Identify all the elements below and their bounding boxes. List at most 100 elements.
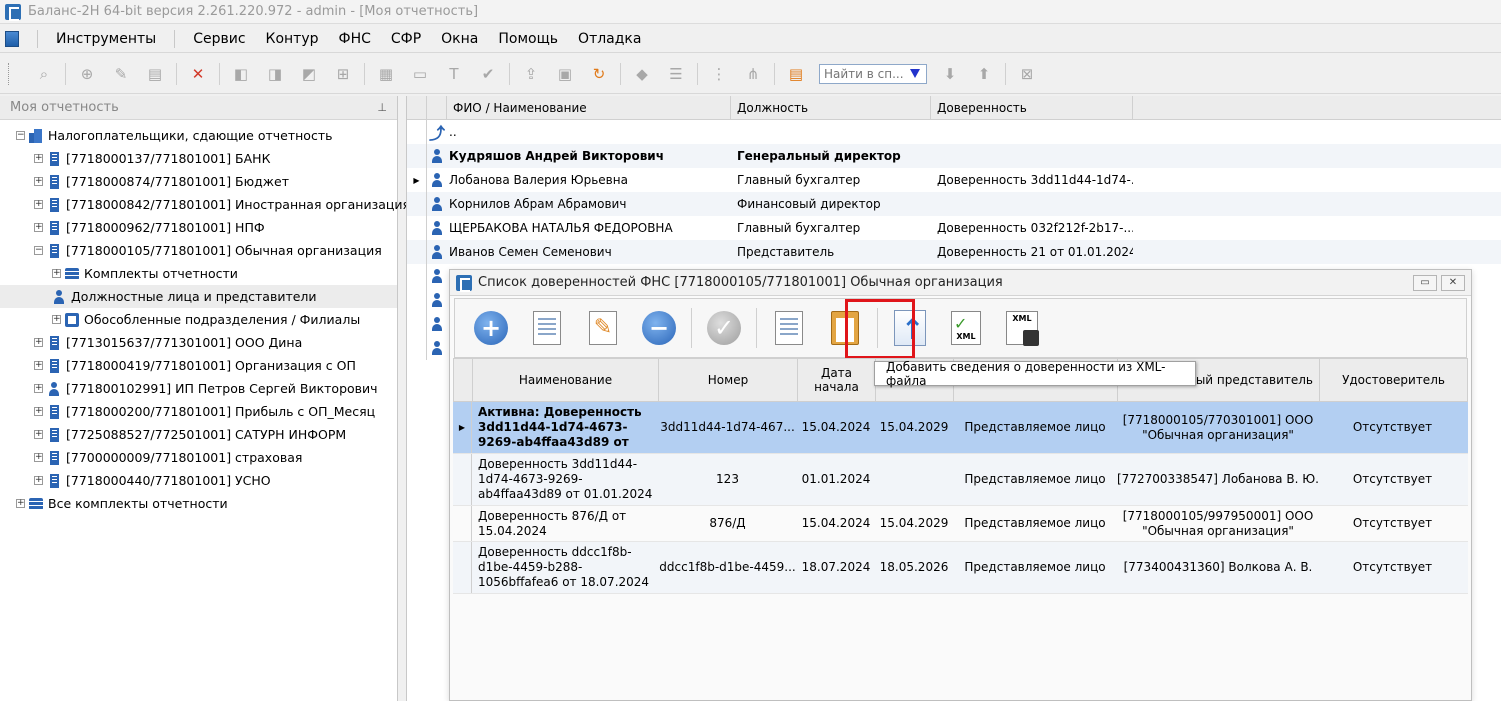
col-poa[interactable]: Доверенность [931, 96, 1133, 119]
tree-item[interactable]: + [7718000200/771801001] Прибыль с ОП_Мес… [0, 400, 397, 423]
row-indicator[interactable] [453, 542, 472, 593]
printer-icon[interactable]: ▤ [784, 62, 808, 86]
close-button[interactable]: ✕ [1441, 274, 1465, 291]
expand-icon[interactable]: + [34, 154, 43, 163]
menu-kontur[interactable]: Контур [256, 31, 329, 47]
row-indicator[interactable] [407, 216, 427, 240]
print-icon[interactable]: ▤ [143, 62, 167, 86]
table-row[interactable]: ▶ Лобанова Валерия Юрьевна Главный бухгалт… [407, 168, 1501, 192]
expand-icon[interactable]: + [34, 430, 43, 439]
edit-icon[interactable]: ✎ [109, 62, 133, 86]
archive-icon[interactable]: ▣ [553, 62, 577, 86]
arrow-down-icon[interactable]: ⬇ [938, 62, 962, 86]
row-indicator[interactable] [407, 312, 427, 336]
keyboard-icon[interactable]: ▭ [408, 62, 432, 86]
row-indicator[interactable] [453, 506, 472, 541]
col-poa-certifier[interactable]: Удостоверитель [1320, 359, 1467, 401]
expand-icon[interactable]: + [34, 177, 43, 186]
binoculars-icon[interactable]: ⌕ [32, 62, 56, 86]
tree-item[interactable]: + [7725088527/772501001] САТУРН ИНФОРМ [0, 423, 397, 446]
poa-row[interactable]: ▶ Активна: Доверенность 3dd11d44-1d74-467… [453, 402, 1468, 454]
col-poa-start[interactable]: Дата начала [798, 359, 876, 401]
table-row[interactable]: Корнилов Абрам Абрамович Финансовый дирек… [407, 192, 1501, 216]
tree-item[interactable]: − [7718000105/771801001] Обычная организа… [0, 239, 397, 262]
view-poa-button[interactable] [769, 308, 809, 348]
validate-xml-button[interactable]: ✓ XML [946, 308, 986, 348]
tree-item[interactable]: + [7713015637/771301001] ООО Дина [0, 331, 397, 354]
menu-windows[interactable]: Окна [431, 31, 488, 47]
verify-poa-button[interactable]: ✓ [704, 308, 744, 348]
row-indicator[interactable] [407, 120, 427, 144]
tree-item[interactable]: + Комплекты отчетности [0, 262, 397, 285]
arrow-up-icon[interactable]: ⬆ [972, 62, 996, 86]
close-panel-icon[interactable]: ⊠ [1015, 62, 1039, 86]
tree-item[interactable]: + [7718000874/771801001] Бюджет [0, 170, 397, 193]
tree-item[interactable]: Должностные лица и представители [0, 285, 397, 308]
col-poa-number[interactable]: Номер [659, 359, 798, 401]
expand-icon[interactable]: + [34, 223, 43, 232]
calculator-icon[interactable]: ▦ [374, 62, 398, 86]
tree-item[interactable]: + [7718000962/771801001] НПФ [0, 216, 397, 239]
tree-item[interactable]: + [7718000419/771801001] Организация с ОП [0, 354, 397, 377]
tree-item[interactable]: − Налогоплательщики, сдающие отчетность [0, 124, 397, 147]
text-icon[interactable]: T [442, 62, 466, 86]
tree-item[interactable]: + Обособленные подразделения / Филиалы [0, 308, 397, 331]
row-indicator[interactable] [407, 144, 427, 168]
send-icon[interactable]: ⇪ [519, 62, 543, 86]
poa-row[interactable]: Доверенность 876/Д от 15.04.2024 876/Д 15.… [453, 506, 1468, 542]
expand-icon[interactable]: + [16, 499, 25, 508]
row-indicator[interactable] [407, 336, 427, 360]
add-poa-button[interactable]: + [471, 308, 511, 348]
menu-service[interactable]: Сервис [183, 31, 255, 47]
tree-item[interactable]: + [7718000842/771801001] Иностранная орга… [0, 193, 410, 216]
expand-icon[interactable]: + [34, 200, 43, 209]
import-icon[interactable]: ◧ [229, 62, 253, 86]
poa-row[interactable]: Доверенность ddcc1f8b-d1be-4459-b288-105… [453, 542, 1468, 594]
menu-debug[interactable]: Отладка [568, 31, 651, 47]
tree-item[interactable]: + [771800102991] ИП Петров Сергей Викторо… [0, 377, 397, 400]
delete-icon[interactable]: ✕ [186, 62, 210, 86]
expand-icon[interactable]: + [52, 269, 61, 278]
pin-icon[interactable]: ⊥ [377, 101, 387, 114]
tree-item[interactable]: + Все комплекты отчетности [0, 492, 397, 515]
expand-icon[interactable]: + [34, 361, 43, 370]
tree-item[interactable]: + [7718000137/771801001] БАНК [0, 147, 397, 170]
expand-icon[interactable]: + [34, 407, 43, 416]
expand-icon[interactable]: + [52, 315, 61, 324]
table-row[interactable]: ЩЕРБАКОВА НАТАЛЬЯ ФЕДОРОВНА Главный бухга… [407, 216, 1501, 240]
row-indicator[interactable] [453, 454, 472, 505]
tree-item[interactable]: + [7700000009/771801001] страховая [0, 446, 397, 469]
export-icon[interactable]: ◨ [263, 62, 287, 86]
new-document-icon[interactable]: ⊞ [331, 62, 355, 86]
document-icon[interactable] [5, 30, 19, 47]
table-row[interactable]: Иванов Семен Семенович Представитель Довер… [407, 240, 1501, 264]
row-indicator[interactable] [407, 288, 427, 312]
menu-fns[interactable]: ФНС [329, 31, 381, 47]
expand-icon[interactable]: + [34, 338, 43, 347]
dropdown-arrow-icon[interactable] [910, 69, 920, 78]
row-indicator[interactable]: ▶ [453, 402, 472, 453]
refresh-icon[interactable]: ↻ [587, 62, 611, 86]
edit-poa-button[interactable]: ✎ [583, 308, 623, 348]
menu-sfr[interactable]: СФР [381, 31, 431, 47]
row-indicator[interactable]: ▶ [407, 168, 427, 192]
hierarchy-icon[interactable]: ⋔ [741, 62, 765, 86]
package-icon[interactable]: ◆ [630, 62, 654, 86]
col-name[interactable]: ФИО / Наименование [447, 96, 731, 119]
tree-item[interactable]: + [7718000440/771801001] УСНО [0, 469, 397, 492]
expand-icon[interactable]: + [34, 476, 43, 485]
collapse-icon[interactable]: − [34, 246, 43, 255]
split-icon[interactable]: ☰ [664, 62, 688, 86]
search-box[interactable] [819, 63, 927, 84]
remove-poa-button[interactable]: − [639, 308, 679, 348]
add-icon[interactable]: ⊕ [75, 62, 99, 86]
expand-icon[interactable]: + [34, 384, 43, 393]
col-position[interactable]: Должность [731, 96, 931, 119]
table-row[interactable]: Кудряшов Андрей Викторович Генеральный ди… [407, 144, 1501, 168]
collapse-icon[interactable]: − [16, 131, 25, 140]
save-xml-button[interactable]: XML [1002, 308, 1042, 348]
menu-tools[interactable]: Инструменты [46, 31, 166, 47]
row-indicator[interactable] [407, 264, 427, 288]
poa-row[interactable]: Доверенность 3dd11d44-1d74-4673-9269-ab4… [453, 454, 1468, 506]
col-poa-name[interactable]: Наименование [473, 359, 659, 401]
